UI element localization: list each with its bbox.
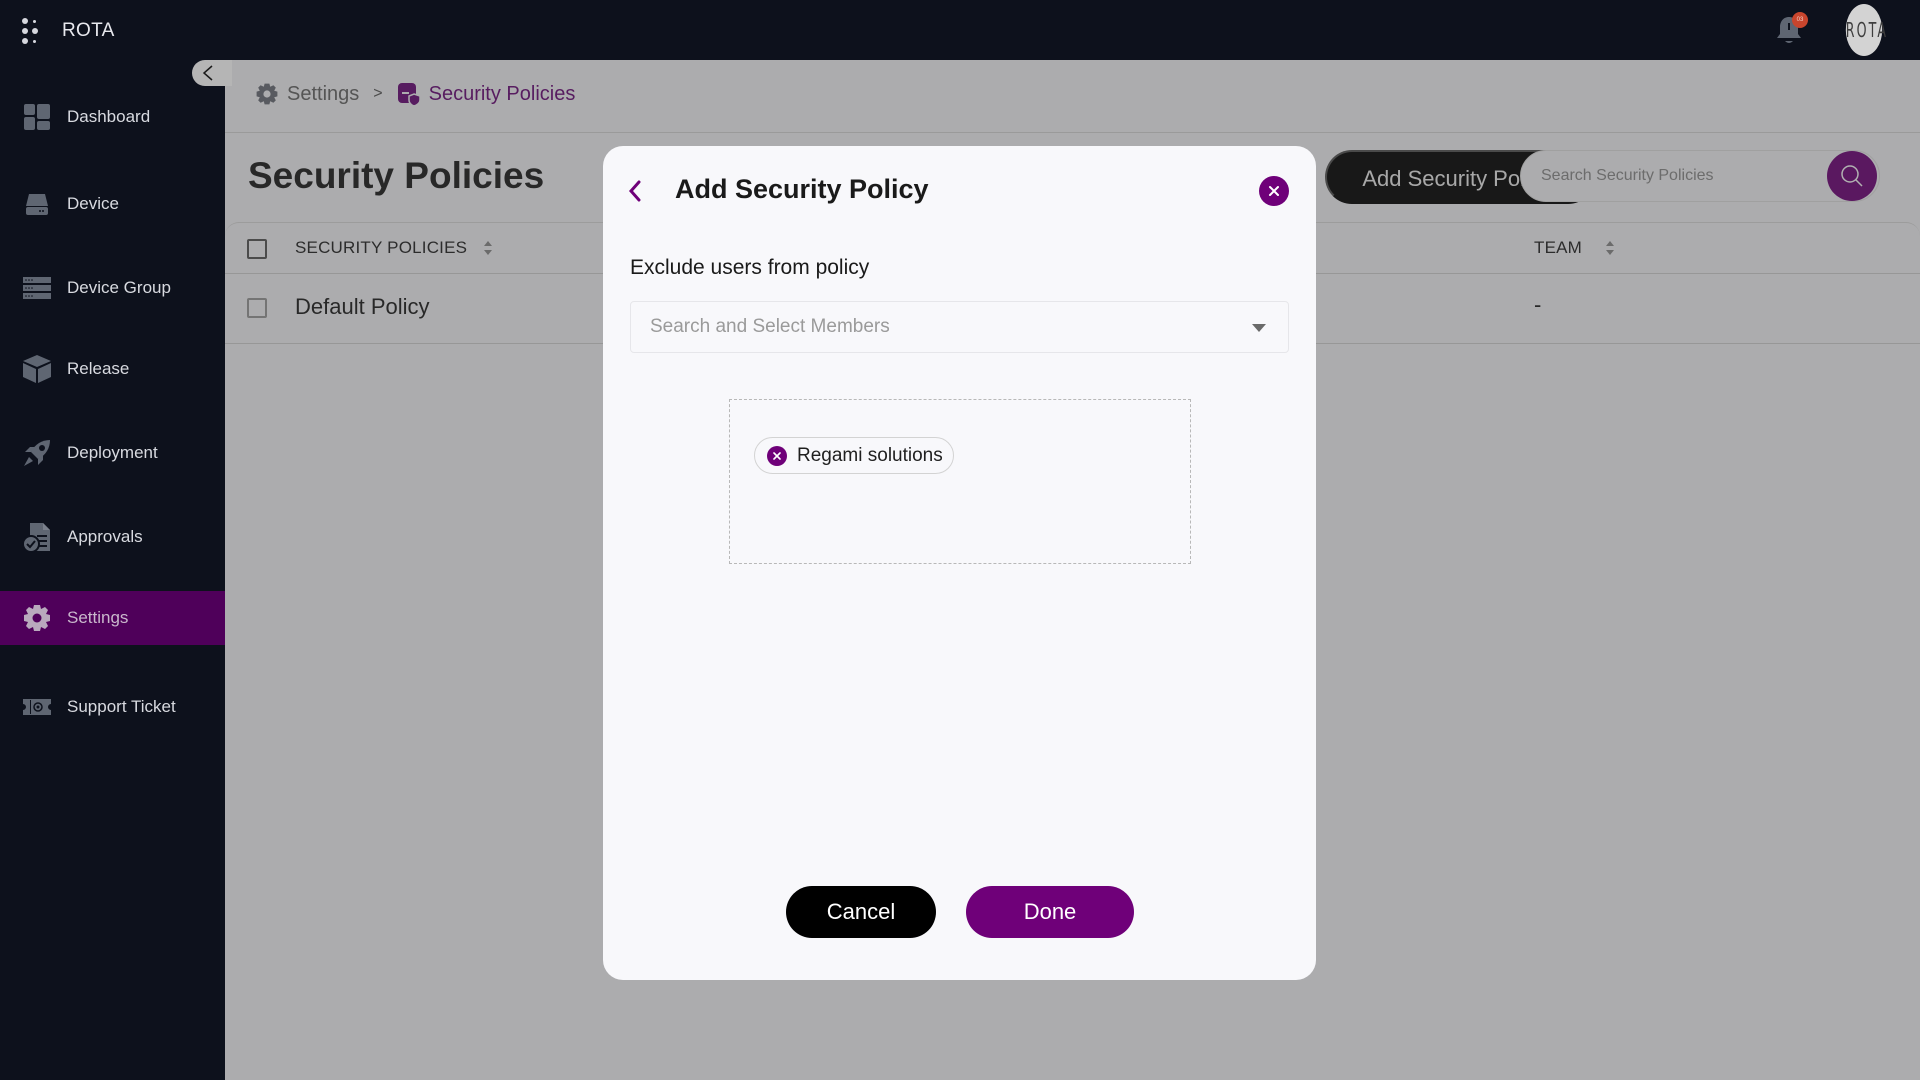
remove-member-button[interactable] (767, 445, 787, 466)
sidebar-item-device-group[interactable]: Device Group (0, 261, 225, 315)
sidebar-item-dashboard[interactable]: Dashboard (0, 90, 225, 144)
sidebar-item-support-ticket[interactable]: Support Ticket (0, 680, 225, 734)
notification-count-badge: 03 (1792, 12, 1808, 28)
sidebar-item-label: Settings (67, 608, 129, 627)
approvals-document-icon (22, 522, 52, 553)
rocket-icon (22, 438, 52, 468)
done-button[interactable]: Done (966, 886, 1134, 938)
sidebar-item-label: Device Group (67, 278, 171, 297)
gear-icon (22, 603, 52, 633)
chevron-left-icon (202, 65, 213, 81)
sidebar-item-label: Device (67, 194, 119, 213)
dashboard-icon (22, 102, 52, 132)
sidebar-item-label: Dashboard (67, 107, 151, 126)
sidebar: Dashboard Device Device Group Release De… (0, 60, 225, 1080)
release-box-icon (22, 354, 52, 384)
member-chip-label: Regami solutions (797, 444, 943, 466)
top-header: ROTA 03 ROTA (0, 0, 1920, 60)
collapse-sidebar-button[interactable] (192, 60, 232, 86)
sidebar-item-label: Support Ticket (67, 697, 176, 716)
member-chip: Regami solutions (754, 437, 954, 474)
sidebar-item-label: Release (67, 359, 130, 378)
device-group-icon (22, 273, 52, 303)
add-security-policy-modal: Add Security Policy Exclude users from p… (603, 146, 1316, 980)
sidebar-item-deployment[interactable]: Deployment (0, 426, 225, 480)
user-avatar[interactable]: ROTA (1845, 4, 1886, 56)
app-grid-dots-icon (22, 18, 42, 46)
member-select-dropdown[interactable] (630, 301, 1289, 353)
member-search-input[interactable] (650, 302, 1210, 352)
close-icon (1269, 186, 1279, 196)
selected-members-area: Regami solutions (729, 399, 1191, 564)
exclude-users-label: Exclude users from policy (630, 256, 870, 279)
app-name: ROTA (62, 20, 115, 41)
chevron-down-icon[interactable] (1252, 324, 1266, 332)
device-icon (22, 189, 52, 219)
close-icon (773, 451, 781, 460)
sidebar-item-label: Deployment (67, 443, 158, 462)
sidebar-item-release[interactable]: Release (0, 342, 225, 396)
close-modal-button[interactable] (1259, 176, 1289, 206)
sidebar-item-settings[interactable]: Settings (0, 591, 225, 645)
sidebar-item-approvals[interactable]: Approvals (0, 510, 225, 564)
cancel-button[interactable]: Cancel (786, 886, 936, 938)
sidebar-item-label: Approvals (67, 527, 143, 546)
sidebar-item-device[interactable]: Device (0, 177, 225, 231)
back-arrow-icon[interactable] (625, 176, 645, 206)
modal-title: Add Security Policy (675, 174, 929, 204)
ticket-icon (22, 692, 52, 722)
app-menu-button[interactable] (22, 18, 42, 46)
